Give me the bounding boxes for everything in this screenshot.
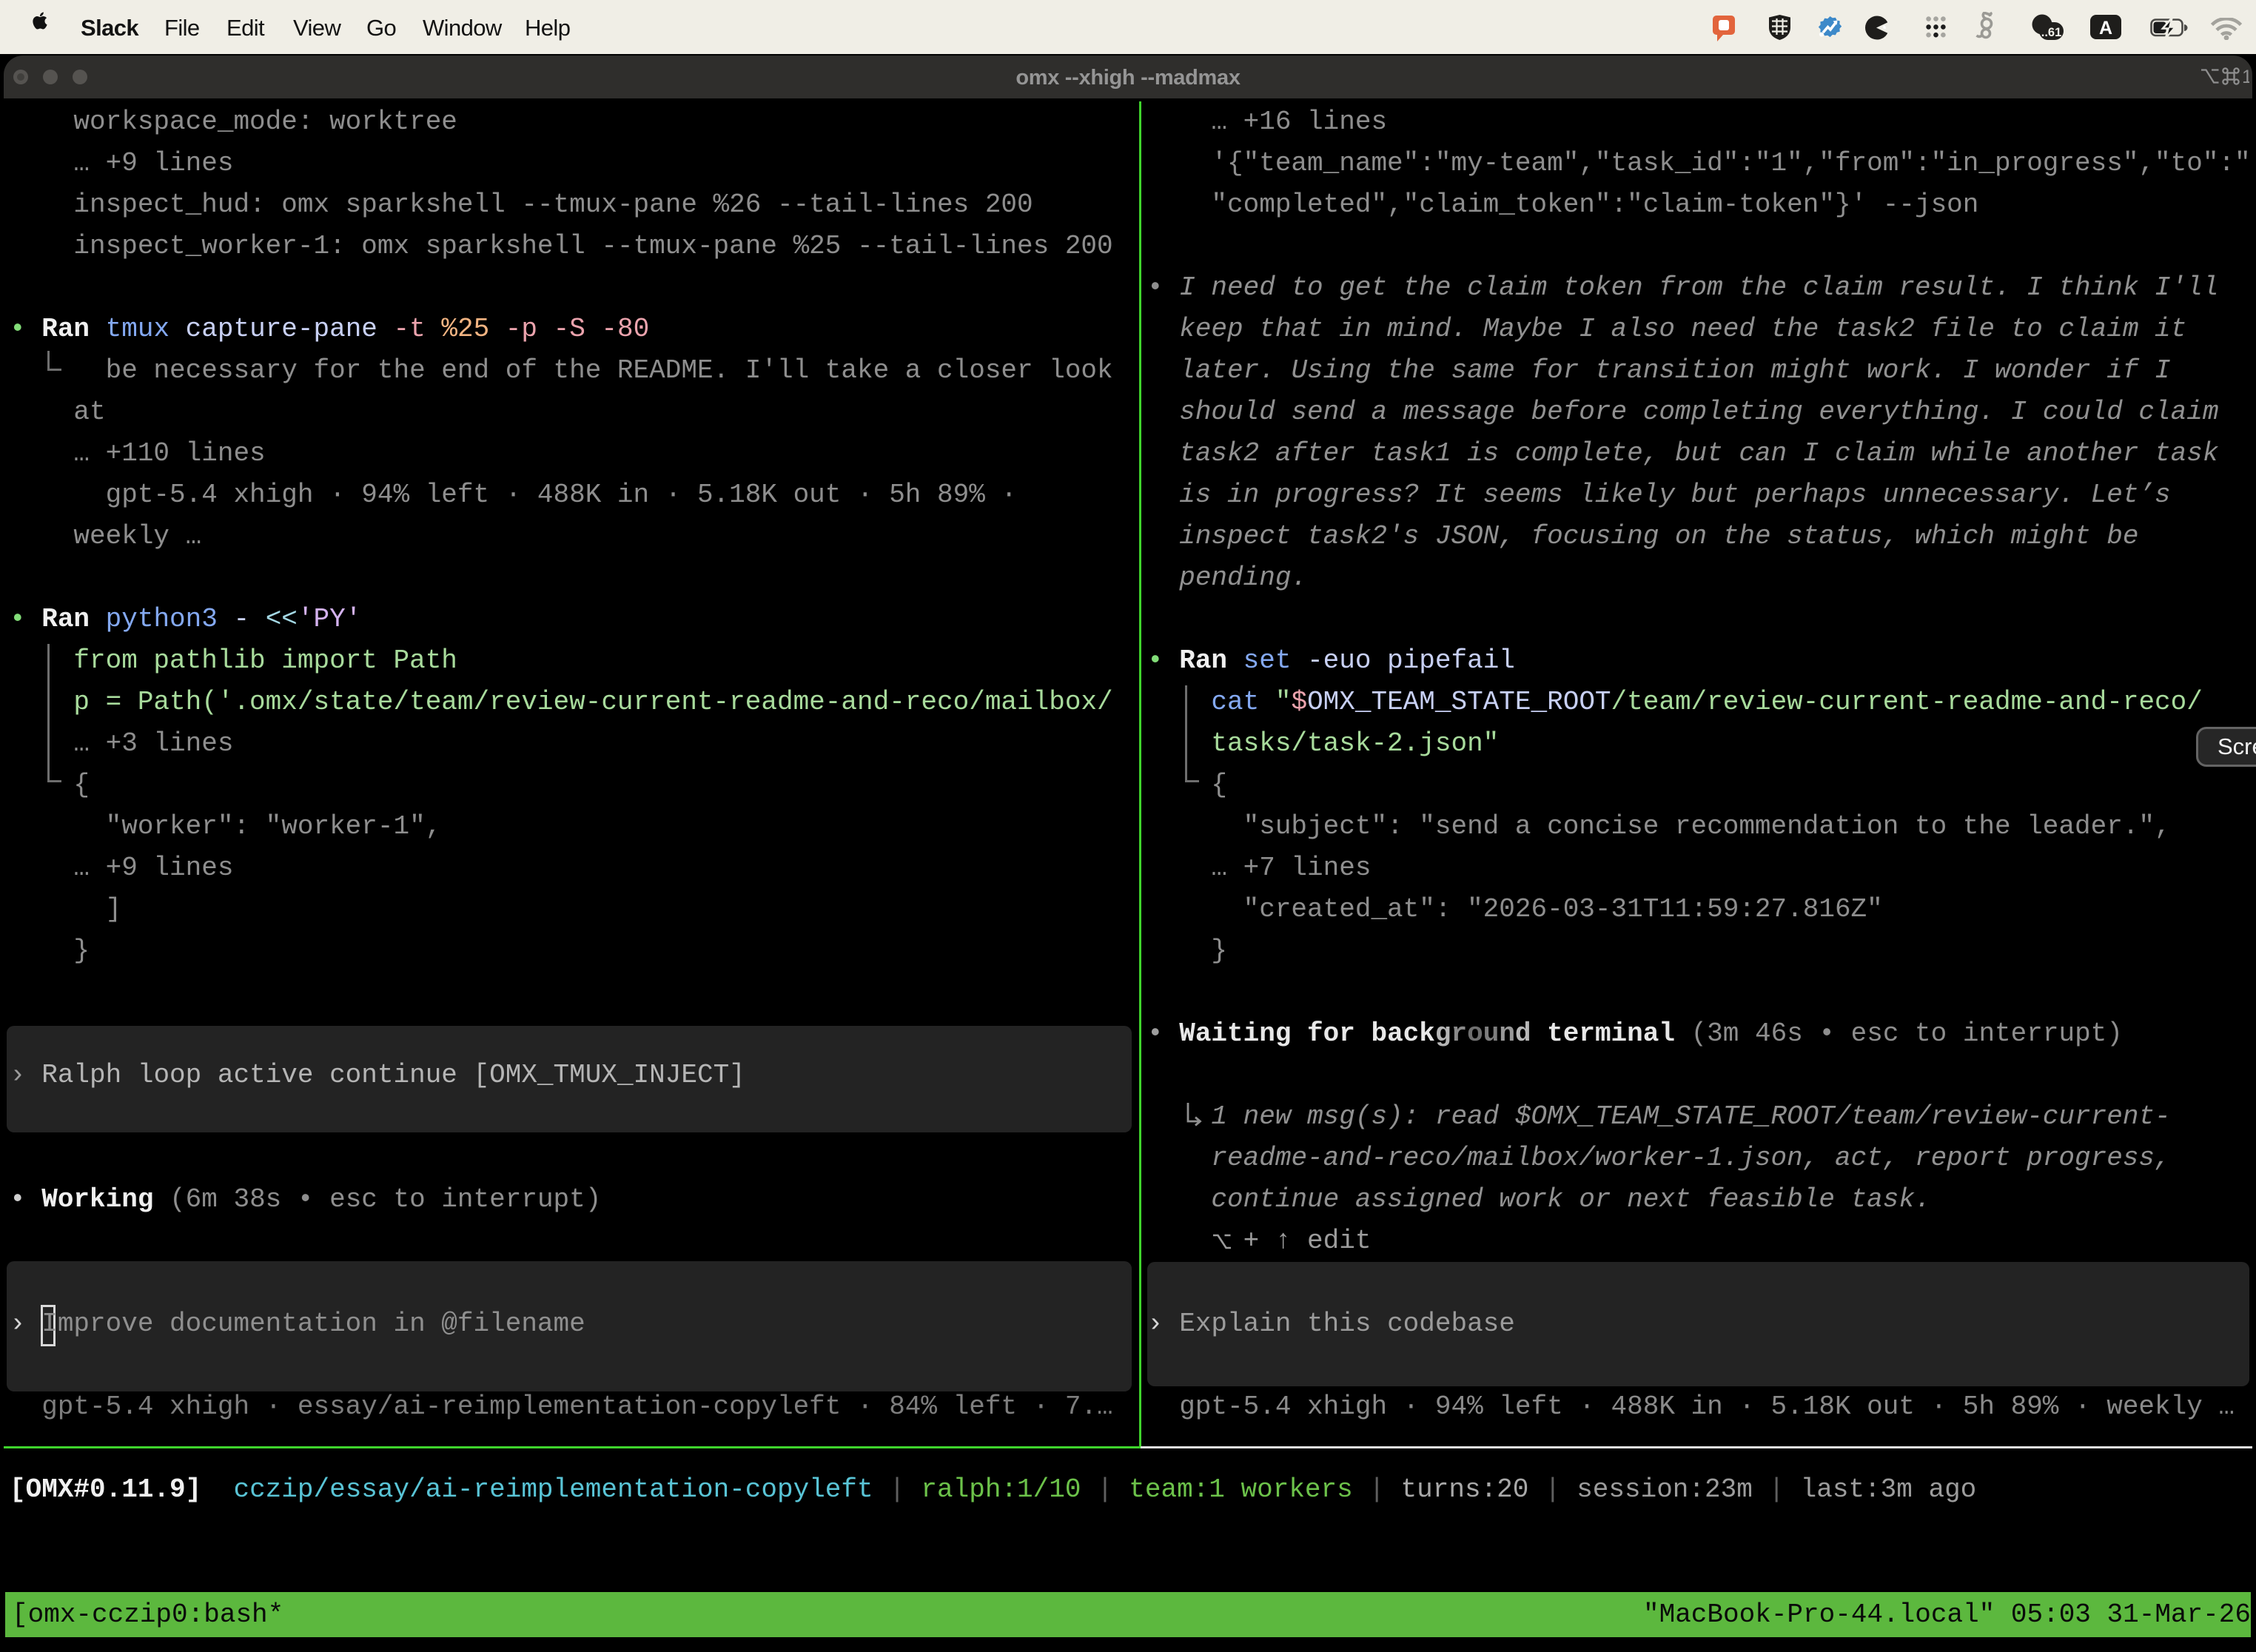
svg-text:A: A xyxy=(2099,18,2112,38)
svg-text:..61: ..61 xyxy=(2041,26,2062,39)
svg-text:1: 1 xyxy=(2242,67,2249,87)
